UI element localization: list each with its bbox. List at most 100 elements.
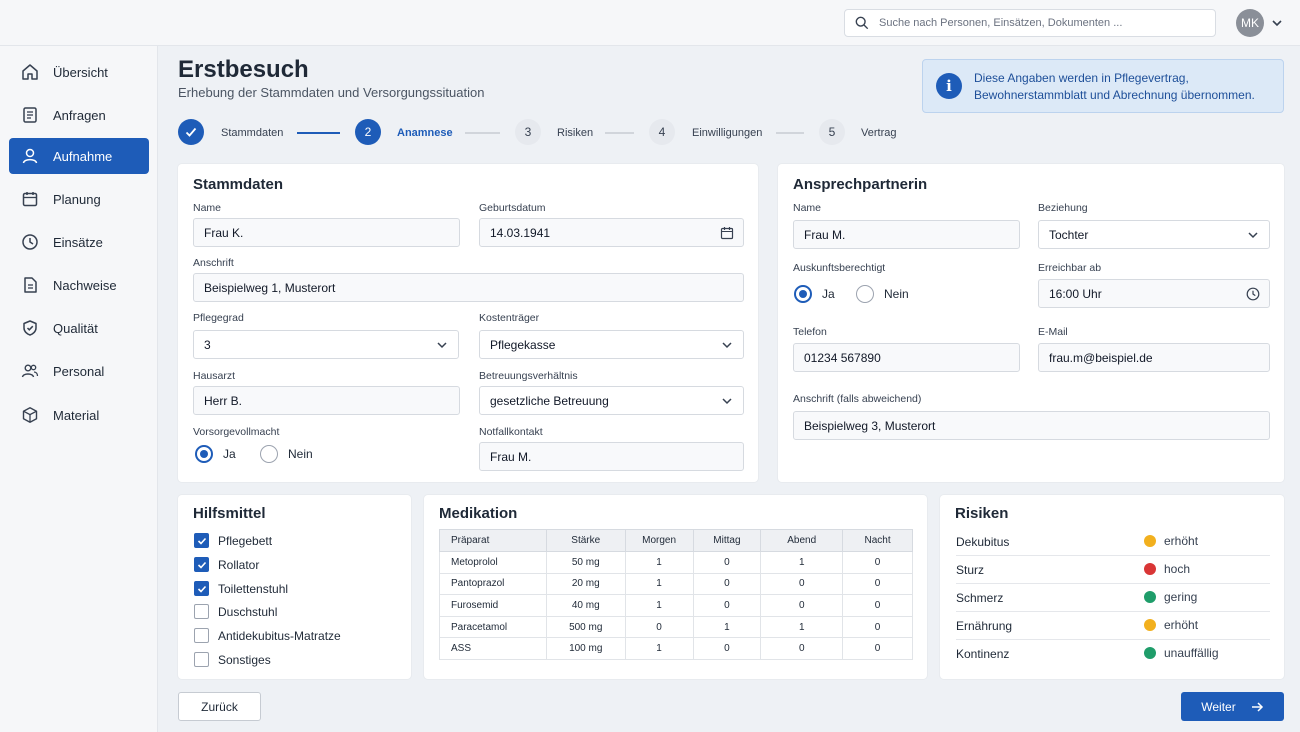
table-cell: 40 mg xyxy=(545,594,626,617)
email-label: E-Mail xyxy=(1038,326,1068,338)
sidebar-item-anfragen[interactable]: Anfragen xyxy=(9,97,149,133)
step-3-label[interactable]: Risiken xyxy=(557,127,593,139)
checkbox-label: Rollator xyxy=(218,557,260,572)
column-header: Nacht xyxy=(842,529,913,552)
field-value: 01234 567890 xyxy=(804,350,881,365)
check-icon xyxy=(197,561,206,569)
field-value: 16:00 Uhr xyxy=(1049,286,1102,301)
table-row[interactable]: Metoprolol 50 mg 1 0 1 0 xyxy=(439,551,913,574)
sidebar-item-label: Qualität xyxy=(53,320,98,336)
beziehung-select[interactable]: Tochter xyxy=(1038,220,1270,249)
sidebar-item-einsaetze[interactable]: Einsätze xyxy=(9,224,149,260)
risk-row-schmerz[interactable]: Schmerz gering xyxy=(956,584,1270,612)
vorsorge-ja-radio[interactable]: Ja xyxy=(195,445,236,463)
status-dot-icon xyxy=(1144,647,1156,659)
sidebar-item-material[interactable]: Material xyxy=(9,397,149,433)
back-button[interactable]: Zurück xyxy=(178,692,261,721)
sidebar-item-planung[interactable]: Planung xyxy=(9,181,149,217)
risk-row-dekubitus[interactable]: Dekubitus erhöht xyxy=(956,528,1270,556)
table-cell: 20 mg xyxy=(545,572,626,596)
geburtsdatum-field[interactable]: 14.03.1941 xyxy=(479,218,744,247)
sidebar-item-qualitaet[interactable]: Qualität xyxy=(9,310,149,346)
betreuung-select[interactable]: gesetzliche Betreuung xyxy=(479,386,744,415)
step-1-label[interactable]: Stammdaten xyxy=(221,127,283,139)
radio-unselected[interactable] xyxy=(260,445,278,463)
radio-label: Nein xyxy=(288,447,313,461)
sidebar-item-label: Anfragen xyxy=(53,107,106,123)
beziehung-label: Beziehung xyxy=(1038,202,1088,214)
vorsorge-nein-radio[interactable]: Nein xyxy=(260,445,313,463)
pflegegrad-select[interactable]: 3 xyxy=(193,330,459,359)
step-2-circle[interactable]: 2 xyxy=(355,119,381,145)
search-box[interactable] xyxy=(844,9,1216,37)
checkbox-checked[interactable] xyxy=(194,557,209,572)
hausarzt-field[interactable]: Herr B. xyxy=(193,386,460,415)
checkbox-unchecked[interactable] xyxy=(194,604,209,619)
erreichbar-field[interactable]: 16:00 Uhr xyxy=(1038,279,1270,308)
next-button[interactable]: Weiter xyxy=(1181,692,1284,721)
chevron-down-icon[interactable] xyxy=(1270,16,1284,30)
sidebar-item-personal[interactable]: Personal xyxy=(9,353,149,389)
table-row[interactable]: Paracetamol 500 mg 0 1 1 0 xyxy=(439,615,913,639)
radio-unselected[interactable] xyxy=(856,285,874,303)
arrow-right-icon xyxy=(1251,701,1263,712)
sidebar-item-aufnahme[interactable]: Aufnahme xyxy=(9,138,149,174)
table-cell: 0 xyxy=(842,594,913,617)
risk-row-ernaehrung[interactable]: Ernährung erhöht xyxy=(956,612,1270,640)
step-4-label[interactable]: Einwilligungen xyxy=(692,127,762,139)
ap-anschrift-field[interactable]: Beispielweg 3, Musterort xyxy=(793,411,1270,440)
risk-row-sturz[interactable]: Sturz hoch xyxy=(956,556,1270,584)
avatar[interactable]: MK xyxy=(1236,9,1264,37)
risk-row-kontinenz[interactable]: Kontinenz unauffällig xyxy=(956,640,1270,668)
notfall-field[interactable]: Frau M. xyxy=(479,442,744,471)
step-4-circle[interactable]: 4 xyxy=(649,119,675,145)
step-5-circle[interactable]: 5 xyxy=(819,119,845,145)
hilfsmittel-item-sonstiges[interactable]: Sonstiges xyxy=(194,652,271,667)
telefon-label: Telefon xyxy=(793,326,827,338)
auskunft-nein-radio[interactable]: Nein xyxy=(856,285,909,303)
auskunft-ja-radio[interactable]: Ja xyxy=(794,285,835,303)
sidebar-item-nachweise[interactable]: Nachweise xyxy=(9,267,149,303)
page-title: Erstbesuch xyxy=(178,56,309,83)
search-input[interactable] xyxy=(879,17,1199,29)
table-row[interactable]: Furosemid 40 mg 1 0 0 0 xyxy=(439,594,913,617)
radio-selected[interactable] xyxy=(195,445,213,463)
hilfsmittel-item-rollator[interactable]: Rollator xyxy=(194,557,259,572)
radio-selected[interactable] xyxy=(794,285,812,303)
checkbox-checked[interactable] xyxy=(194,533,209,548)
calendar-icon[interactable] xyxy=(720,226,734,240)
anschrift-field[interactable]: Beispielweg 1, Musterort xyxy=(193,273,744,302)
hilfsmittel-item-duschstuhl[interactable]: Duschstuhl xyxy=(194,604,277,619)
kostentraeger-select[interactable]: Pflegekasse xyxy=(479,330,744,359)
step-5-label[interactable]: Vertrag xyxy=(861,127,896,139)
ap-name-field[interactable]: Frau M. xyxy=(793,220,1020,249)
chevron-down-icon xyxy=(437,342,447,349)
checkbox-unchecked[interactable] xyxy=(194,652,209,667)
table-row[interactable]: ASS 100 mg 1 0 0 0 xyxy=(439,637,913,660)
column-header: Abend xyxy=(760,529,844,552)
name-label: Name xyxy=(193,202,222,214)
betreuung-label: Betreuungsverhältnis xyxy=(479,370,578,382)
step-3-circle[interactable]: 3 xyxy=(515,119,541,145)
checkbox-checked[interactable] xyxy=(194,581,209,596)
table-cell: 1 xyxy=(624,594,694,617)
name-field[interactable]: Frau K. xyxy=(193,218,460,247)
step-1-circle[interactable] xyxy=(178,119,204,145)
hilfsmittel-item-toilettenstuhl[interactable]: Toilettenstuhl xyxy=(194,581,288,596)
telefon-field[interactable]: 01234 567890 xyxy=(793,343,1020,372)
check-icon xyxy=(185,127,197,137)
info-box: i Diese Angaben werden in Pflegevertrag,… xyxy=(922,59,1284,113)
clock-icon[interactable] xyxy=(1246,287,1260,301)
sidebar-item-label: Material xyxy=(53,407,100,423)
hilfsmittel-item-antidekubitus[interactable]: Antidekubitus-Matratze xyxy=(194,628,341,643)
email-field[interactable]: frau.m@beispiel.de xyxy=(1038,343,1270,372)
risk-level: gering xyxy=(1164,590,1198,604)
sidebar-item-uebersicht[interactable]: Übersicht xyxy=(9,54,149,90)
step-connector xyxy=(465,132,500,134)
hilfsmittel-item-pflegebett[interactable]: Pflegebett xyxy=(194,533,272,548)
table-row[interactable]: Pantoprazol 20 mg 1 0 0 0 xyxy=(439,572,913,596)
checkbox-unchecked[interactable] xyxy=(194,628,209,643)
user-icon xyxy=(21,147,39,165)
step-2-label[interactable]: Anamnese xyxy=(397,127,453,139)
ap-anschrift-label: Anschrift (falls abweichend) xyxy=(793,393,922,405)
